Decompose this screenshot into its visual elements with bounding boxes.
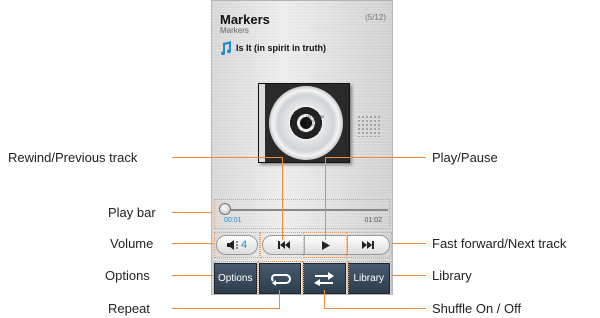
play-bar-outline [214, 199, 390, 229]
next-outline [346, 232, 392, 258]
callout-library-line [392, 275, 426, 276]
callout-repeat: Repeat [108, 301, 150, 316]
callout-repeat-vline [279, 290, 280, 308]
repeat-outline [258, 261, 303, 294]
callout-play-pause-vline [325, 157, 326, 240]
volume-outline [214, 232, 260, 258]
album-art: NO ALBUM IMAGE PREVIEW [258, 83, 350, 163]
callout-play-pause-line [325, 157, 426, 158]
options-outline [213, 261, 258, 294]
callout-shuffle-vline [324, 290, 325, 308]
shuffle-outline [303, 261, 348, 294]
callout-fast-forward-line [392, 243, 426, 244]
callout-play-pause: Play/Pause [432, 150, 498, 165]
callout-options-line [172, 275, 213, 276]
track-count: (5/12) [365, 13, 386, 22]
song-name: Is It (in spirit in truth) [236, 43, 326, 53]
callout-volume-line [172, 243, 214, 244]
callout-library: Library [432, 268, 472, 283]
callout-rewind: Rewind/Previous track [8, 150, 138, 165]
time-total: 01:02 [364, 217, 382, 224]
callout-rewind-line [172, 157, 282, 158]
progress-knob[interactable] [219, 203, 231, 215]
cd-case-spine [259, 84, 265, 162]
progress-track[interactable] [226, 209, 388, 211]
track-title: Markers [220, 12, 270, 27]
song-row: Is It (in spirit in truth) [220, 41, 326, 55]
callout-rewind-vline [282, 157, 283, 240]
callout-play-bar-line [172, 212, 212, 213]
library-outline [348, 261, 392, 294]
speaker-dots [357, 115, 381, 137]
music-note-icon [221, 41, 232, 55]
music-player-screen: Markers Markers (5/12) Is It (in spirit … [211, 0, 393, 295]
callout-shuffle-line [324, 308, 426, 309]
no-album-text: NO ALBUM IMAGE PREVIEW [306, 115, 325, 127]
time-elapsed: 00:01 [224, 217, 242, 224]
callout-repeat-line [172, 308, 280, 309]
callout-play-bar: Play bar [108, 205, 156, 220]
callout-volume: Volume [110, 236, 154, 251]
callout-options: Options [105, 268, 150, 283]
track-artist: Markers [220, 26, 249, 35]
callout-shuffle: Shuffle On / Off [432, 301, 522, 316]
callout-fast-forward: Fast forward/Next track [432, 236, 567, 251]
